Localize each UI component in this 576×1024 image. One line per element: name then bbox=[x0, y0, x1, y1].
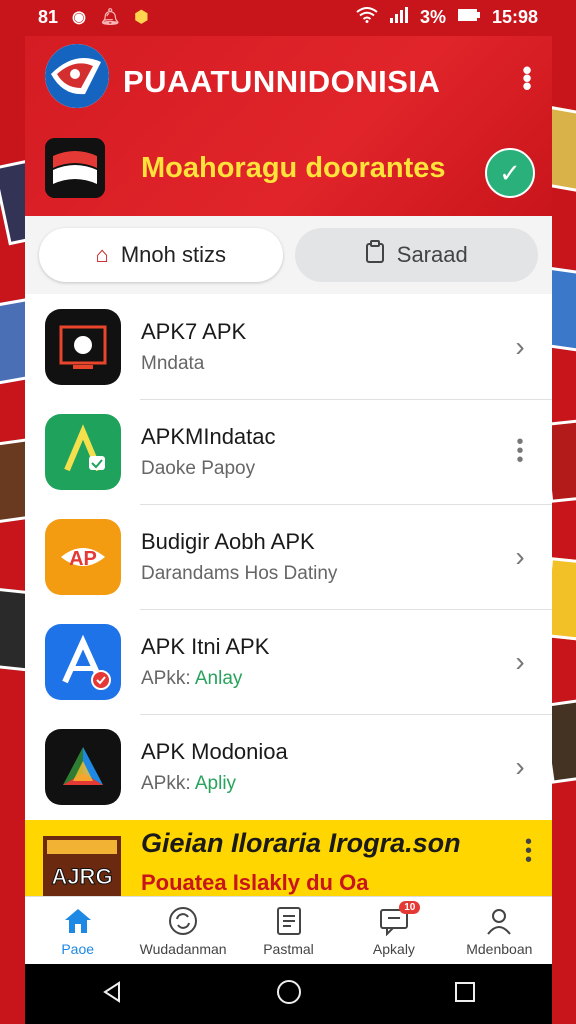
app-subtitle-highlight: Apliy bbox=[194, 772, 237, 794]
chevron-right-icon[interactable]: › bbox=[500, 331, 540, 363]
check-button[interactable]: ✓ bbox=[485, 148, 535, 198]
app-subtitle: APkk: Anlay bbox=[141, 668, 500, 690]
app-subtitle-prefix: APkk: bbox=[141, 667, 191, 689]
app-subtitle: Darandams Hos Datiny bbox=[141, 562, 338, 584]
apk-modonioa-app-icon bbox=[45, 728, 121, 805]
document-icon bbox=[273, 905, 305, 937]
wifi-icon bbox=[356, 6, 378, 28]
divider bbox=[140, 504, 552, 505]
flag-icon bbox=[45, 138, 105, 198]
more-options-icon[interactable]: • • • bbox=[500, 432, 540, 470]
app-header: PUAATUNNIDONISIA • • • Moahoragu doorantes… bbox=[25, 36, 552, 216]
list-item[interactable]: APKMIndatac Daoke Papoy • • • bbox=[25, 399, 552, 504]
apk7-app-icon bbox=[45, 308, 121, 385]
apkmindatac-app-icon bbox=[45, 413, 121, 490]
app-subtitle: Mndata bbox=[141, 352, 205, 374]
budigir-app-icon: AP bbox=[45, 518, 121, 595]
home-outline-icon: ⌂ bbox=[95, 242, 109, 267]
overflow-menu-icon[interactable]: • • • bbox=[522, 57, 532, 99]
person-icon bbox=[483, 905, 515, 937]
notification-badge: 10 bbox=[399, 901, 421, 914]
nav-home[interactable]: Paoe bbox=[25, 897, 130, 964]
list-item[interactable]: APK Modonioa APkk: Apliy › bbox=[25, 714, 552, 819]
app-window: PUAATUNNIDONISIA • • • Moahoragu doorantes… bbox=[25, 36, 552, 964]
app-subtitle: APkk: Apliy bbox=[141, 773, 500, 795]
app-list: APK7 APK Mndata › APKMIndatac Daoke Papo… bbox=[25, 294, 552, 819]
battery-percent: 3% bbox=[419, 6, 446, 27]
divider bbox=[140, 609, 552, 610]
tab-saved[interactable]: Saraad bbox=[294, 228, 538, 282]
promo-subtitle: Pouatea Islakly du Oa bbox=[141, 870, 369, 895]
system-navigation-bar bbox=[25, 964, 552, 1024]
app-title: Budigir Aobh APK bbox=[141, 528, 315, 554]
battery-icon bbox=[457, 8, 480, 26]
status-bar: 81 ◉ 🔔︎ ⬢ 3% 15:98 bbox=[0, 0, 576, 34]
app-title: PUAATUNNIDONISIA bbox=[123, 64, 441, 99]
status-left-text: 81 bbox=[38, 6, 59, 27]
refresh-circle-icon bbox=[167, 905, 199, 937]
chevron-right-icon[interactable]: › bbox=[500, 541, 540, 573]
app-title: APKMIndatac bbox=[141, 423, 276, 449]
bottom-navigation: Paoe Wudadanman Pastmal 10 Apkaly Mdenbo… bbox=[25, 896, 552, 964]
app-subtitle-highlight: Anlay bbox=[194, 667, 243, 689]
apk-itni-app-icon bbox=[45, 623, 121, 700]
nav-posts-label: Pastmal bbox=[263, 940, 314, 957]
shield-icon: ⬢ bbox=[134, 9, 149, 26]
promo-title: Gieian Iloraria Irogra.son bbox=[141, 828, 461, 858]
list-item[interactable]: AP Budigir Aobh APK Darandams Hos Datiny… bbox=[25, 504, 552, 609]
clock: 15:98 bbox=[491, 6, 538, 27]
nav-updates[interactable]: Wudadanman bbox=[130, 897, 235, 964]
bell-icon: 🔔︎ bbox=[100, 9, 121, 26]
app-title: APK Itni APK bbox=[141, 633, 270, 659]
nav-profile-label: Mdenboan bbox=[466, 940, 533, 957]
promo-banner[interactable]: AJRG Gieian Iloraria Irogra.son Pouatea … bbox=[25, 820, 552, 898]
list-item[interactable]: APK7 APK Mndata › bbox=[25, 294, 552, 399]
promo-image: AJRG bbox=[43, 836, 121, 898]
chevron-right-icon[interactable]: › bbox=[500, 646, 540, 678]
more-options-icon[interactable]: • • • bbox=[525, 832, 532, 870]
app-title: APK Modonioa bbox=[141, 738, 288, 764]
nav-messages-label: Apkaly bbox=[372, 940, 415, 957]
nav-updates-label: Wudadanman bbox=[139, 940, 227, 957]
divider bbox=[140, 399, 552, 400]
nav-posts[interactable]: Pastmal bbox=[236, 897, 341, 964]
app-subtitle: Daoke Papoy bbox=[141, 457, 256, 479]
tab-home[interactable]: ⌂ Mnoh stizs bbox=[39, 228, 283, 282]
home-button-icon[interactable] bbox=[276, 979, 302, 1010]
tab-home-label: Mnoh stizs bbox=[120, 242, 226, 267]
nav-messages[interactable]: 10 Apkaly bbox=[341, 897, 446, 964]
svg-text:AP: AP bbox=[69, 548, 97, 570]
clipboard-icon bbox=[365, 240, 385, 270]
check-icon: ✓ bbox=[499, 157, 521, 188]
header-subtitle: Moahoragu doorantes bbox=[141, 152, 446, 184]
recents-icon[interactable] bbox=[453, 980, 477, 1009]
home-icon bbox=[62, 905, 94, 937]
app-logo bbox=[45, 44, 109, 108]
chevron-right-icon[interactable]: › bbox=[500, 751, 540, 783]
nav-home-label: Paoe bbox=[61, 940, 95, 957]
back-icon[interactable] bbox=[101, 980, 125, 1009]
divider bbox=[140, 714, 552, 715]
location-icon: ◉ bbox=[72, 9, 86, 26]
signal-icon bbox=[389, 6, 408, 28]
nav-profile[interactable]: Mdenboan bbox=[447, 897, 552, 964]
app-subtitle-prefix: APkk: bbox=[141, 772, 191, 794]
list-item[interactable]: APK Itni APK APkk: Anlay › bbox=[25, 609, 552, 714]
app-title: APK7 APK bbox=[141, 318, 247, 344]
tab-bar: ⌂ Mnoh stizs Saraad bbox=[25, 216, 552, 294]
promo-image-text: AJRG bbox=[51, 864, 112, 889]
tab-saved-label: Saraad bbox=[396, 242, 468, 267]
